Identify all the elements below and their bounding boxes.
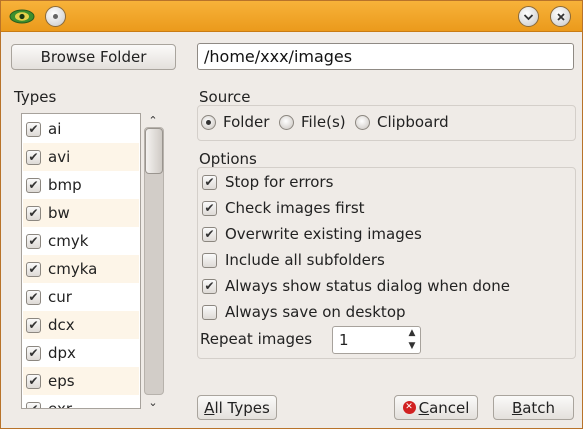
cancel-button[interactable]: ✕ Cancel — [394, 395, 478, 420]
type-list-item[interactable]: ✔ dcx — [23, 311, 139, 339]
checkbox-checked-icon[interactable]: ✔ — [26, 317, 41, 333]
types-scrollbar[interactable]: ⌃ ⌄ — [142, 113, 164, 409]
option-label: Include all subfolders — [225, 251, 385, 269]
option-label: Overwrite existing images — [225, 225, 422, 243]
type-list-item[interactable]: ✔ avi — [23, 143, 139, 171]
checkbox-checked-icon[interactable]: ✔ — [26, 205, 41, 221]
cancel-icon: ✕ — [402, 401, 416, 414]
type-label: exr — [48, 400, 73, 409]
batch-label: Batch — [511, 398, 556, 417]
type-list-item[interactable]: ✔ cmyka — [23, 255, 139, 283]
repeat-images-spinbox[interactable]: 1 ▲ ▼ — [332, 326, 421, 354]
checkbox-checked-icon[interactable]: ✔ — [26, 401, 41, 408]
checkbox-checked-icon[interactable]: ✔ — [202, 226, 217, 242]
option-item[interactable]: ✔ Check images first — [202, 197, 365, 219]
chevron-down-glyph — [523, 13, 534, 20]
checkbox-checked-icon[interactable]: ✔ — [202, 200, 217, 216]
type-label: eps — [48, 372, 75, 390]
radio-button-icon[interactable] — [279, 114, 294, 130]
checkbox-checked-icon[interactable]: ✔ — [26, 177, 41, 193]
option-item[interactable]: Always save on desktop — [202, 301, 406, 323]
types-label: Types — [14, 88, 57, 106]
spin-down-icon[interactable]: ▼ — [409, 341, 416, 352]
type-list-item[interactable]: ✔ eps — [23, 367, 139, 395]
all-types-button[interactable]: All Types — [197, 395, 277, 420]
type-list-item[interactable]: ✔ exr — [23, 395, 139, 409]
close-glyph — [556, 12, 565, 21]
type-list-item[interactable]: ✔ bw — [23, 199, 139, 227]
checkbox-checked-icon[interactable]: ✔ — [26, 149, 41, 165]
pin-icon[interactable] — [45, 6, 66, 27]
option-label: Stop for errors — [225, 173, 334, 191]
repeat-images-value: 1 — [339, 331, 349, 349]
type-label: bmp — [48, 176, 82, 194]
checkbox-checked-icon[interactable]: ✔ — [202, 174, 217, 190]
option-item[interactable]: ✔ Stop for errors — [202, 171, 333, 193]
scroll-up-icon[interactable]: ⌃ — [142, 113, 164, 127]
option-label: Always save on desktop — [225, 303, 406, 321]
chevron-down-icon[interactable] — [518, 6, 539, 27]
option-item[interactable]: ✔ Overwrite existing images — [202, 223, 422, 245]
type-list-item[interactable]: ✔ bmp — [23, 171, 139, 199]
radio-selected-dot — [206, 119, 211, 125]
type-list-item[interactable]: ✔ cmyk — [23, 227, 139, 255]
checkbox-checked-icon[interactable]: ✔ — [26, 261, 41, 277]
close-icon[interactable] — [550, 6, 571, 27]
source-option-label: File(s) — [301, 113, 346, 131]
checkbox-checked-icon[interactable]: ✔ — [202, 278, 217, 294]
type-label: avi — [48, 148, 71, 166]
type-label: cur — [48, 288, 72, 306]
scroll-thumb[interactable] — [145, 128, 163, 174]
checkbox-checked-icon[interactable]: ✔ — [26, 373, 41, 389]
source-label: Source — [199, 88, 251, 106]
spin-up-icon[interactable]: ▲ — [409, 328, 416, 339]
type-label: dcx — [48, 316, 75, 334]
type-label: cmyk — [48, 232, 89, 250]
scroll-track[interactable] — [144, 127, 164, 395]
batch-button[interactable]: Batch — [493, 395, 574, 420]
type-list-item[interactable]: ✔ dpx — [23, 339, 139, 367]
spin-arrows[interactable]: ▲ ▼ — [406, 328, 418, 352]
checkbox-checked-icon[interactable]: ✔ — [26, 121, 41, 137]
type-label: dpx — [48, 344, 76, 362]
cancel-label: Cancel — [418, 398, 470, 417]
type-list-item[interactable]: ✔ ai — [23, 115, 139, 143]
type-list-item[interactable]: ✔ cur — [23, 283, 139, 311]
browse-folder-button[interactable]: Browse Folder — [11, 44, 176, 70]
batch-dialog-window: Browse Folder /home/xxx/images Types ✔ ai… — [0, 0, 583, 429]
radio-button-icon[interactable] — [355, 114, 370, 130]
folder-path-value: /home/xxx/images — [204, 47, 353, 66]
option-label: Always show status dialog when done — [225, 277, 510, 295]
radio-button-icon[interactable] — [201, 114, 216, 130]
checkbox-icon[interactable] — [202, 252, 217, 268]
checkbox-checked-icon[interactable]: ✔ — [26, 233, 41, 249]
source-radio-files[interactable]: File(s) — [279, 112, 346, 132]
source-radio-clipboard[interactable]: Clipboard — [355, 112, 449, 132]
all-types-label: All Types — [204, 398, 270, 417]
source-option-label: Clipboard — [377, 113, 449, 131]
checkbox-checked-icon[interactable]: ✔ — [26, 345, 41, 361]
source-option-label: Folder — [223, 113, 270, 131]
folder-path-input[interactable]: /home/xxx/images — [197, 43, 574, 70]
type-label: bw — [48, 204, 70, 222]
title-bar[interactable] — [1, 1, 582, 32]
scroll-down-icon[interactable]: ⌄ — [142, 395, 164, 409]
type-label: cmyka — [48, 260, 98, 278]
eye-icon[interactable] — [9, 9, 35, 24]
browse-folder-label: Browse Folder — [40, 48, 147, 66]
option-item[interactable]: ✔ Always show status dialog when done — [202, 275, 510, 297]
checkbox-checked-icon[interactable]: ✔ — [26, 289, 41, 305]
source-radio-folder[interactable]: Folder — [201, 112, 269, 132]
type-label: ai — [48, 120, 62, 138]
checkbox-icon[interactable] — [202, 304, 217, 320]
options-label: Options — [199, 150, 257, 168]
option-item[interactable]: Include all subfolders — [202, 249, 385, 271]
repeat-images-label: Repeat images — [200, 330, 313, 348]
pin-dot — [53, 14, 58, 19]
option-label: Check images first — [225, 199, 365, 217]
types-list[interactable]: ✔ ai ✔ avi ✔ bmp ✔ bw ✔ cmyk ✔ cmyka ✔ cur ✔ dcx ✔ dpx ✔ ep… — [21, 113, 141, 409]
